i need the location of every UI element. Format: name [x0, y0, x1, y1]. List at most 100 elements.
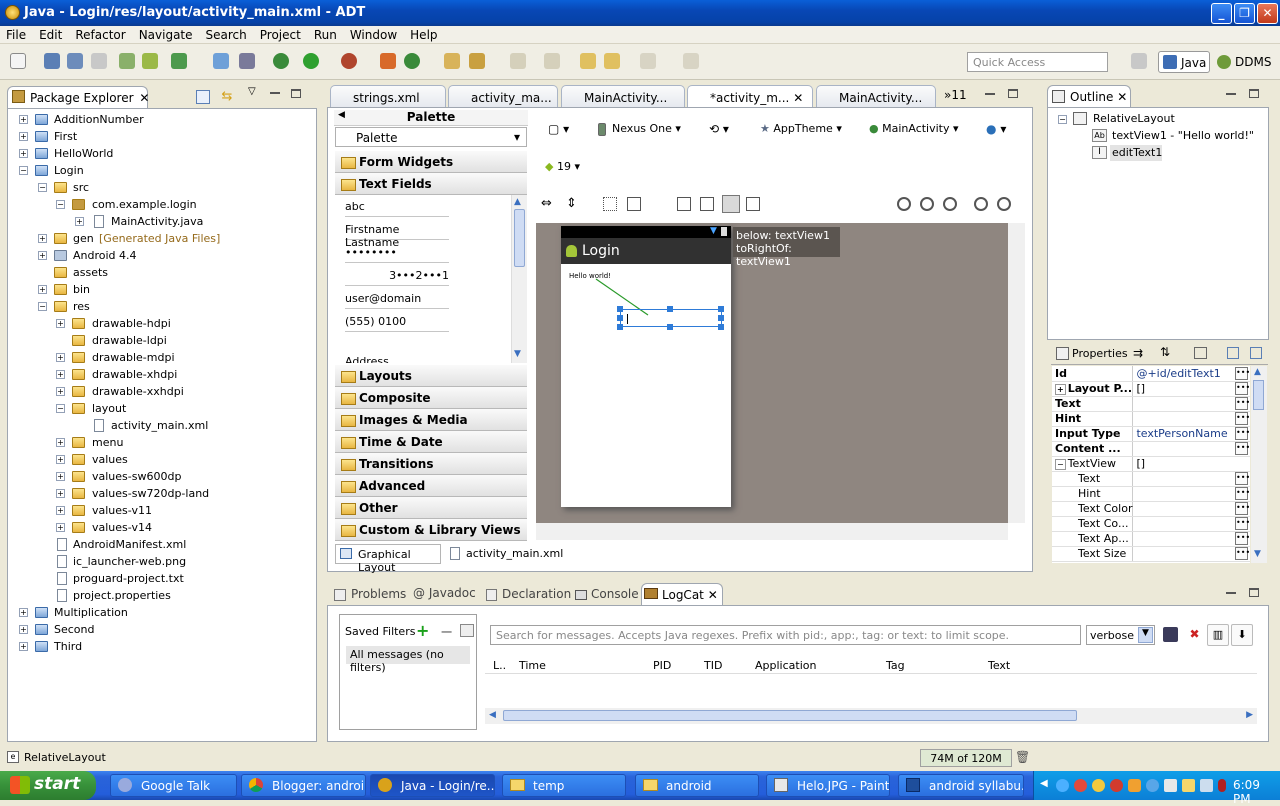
- minimize-editor-icon[interactable]: [985, 93, 995, 95]
- property-value[interactable]: textPersonName: [1132, 426, 1250, 442]
- tree-item[interactable]: + menu: [8, 434, 316, 451]
- resize-handle[interactable]: [718, 324, 724, 330]
- clear-log-icon[interactable]: ✖: [1187, 627, 1202, 642]
- remove-filter-icon[interactable]: −: [440, 622, 453, 641]
- layout-align-icon[interactable]: [627, 197, 641, 211]
- palette-category-layouts[interactable]: Layouts: [335, 365, 527, 387]
- menu-edit[interactable]: Edit: [33, 26, 69, 42]
- expand-icon[interactable]: +: [56, 370, 65, 379]
- expand-icon[interactable]: +: [56, 387, 65, 396]
- search-icon[interactable]: [469, 53, 485, 69]
- expand-icon[interactable]: +: [19, 608, 28, 617]
- new-java-package-icon[interactable]: [380, 53, 396, 69]
- expand-icon[interactable]: +: [19, 625, 28, 634]
- property-row[interactable]: Hint: [1052, 486, 1250, 502]
- palette-collapse-icon[interactable]: ◀: [338, 110, 345, 120]
- tree-item[interactable]: drawable-ldpi: [8, 332, 316, 349]
- resize-handle[interactable]: [667, 306, 673, 312]
- column-header-pid[interactable]: PID: [653, 659, 671, 672]
- zoom-fit-icon[interactable]: [920, 197, 934, 211]
- theme-dropdown[interactable]: ★ AppTheme ▾: [760, 122, 852, 140]
- tree-item[interactable]: + MainActivity.java: [8, 213, 316, 230]
- checkbox-icon[interactable]: [171, 53, 187, 69]
- heap-status[interactable]: 74M of 120M: [920, 749, 1012, 767]
- advanced-props-icon[interactable]: [1194, 347, 1207, 359]
- scroll-down-icon[interactable]: ▼: [1254, 549, 1261, 559]
- android-sdk-icon[interactable]: [142, 53, 158, 69]
- xml-source-tab[interactable]: activity_main.xml: [444, 544, 563, 564]
- annotation-icon[interactable]: [510, 53, 526, 69]
- tree-item[interactable]: − Login: [8, 162, 316, 179]
- property-row[interactable]: Text Ap...: [1052, 531, 1250, 547]
- scroll-thumb[interactable]: [1253, 380, 1264, 410]
- property-value[interactable]: []: [1132, 456, 1250, 472]
- menu-navigate[interactable]: Navigate: [133, 26, 200, 42]
- locale-dropdown[interactable]: ● ▾: [986, 122, 1018, 140]
- link-with-editor-icon[interactable]: ⇆: [220, 90, 234, 104]
- tree-item[interactable]: + AdditionNumber: [8, 111, 316, 128]
- property-row[interactable]: Id @+id/editText1: [1052, 366, 1250, 382]
- text-field-plain[interactable]: abc: [345, 200, 449, 217]
- zoom-out-icon[interactable]: [974, 197, 988, 211]
- resize-handle[interactable]: [667, 324, 673, 330]
- collapse-icon[interactable]: −: [1055, 459, 1066, 470]
- javadoc-tab[interactable]: @ Javadoc: [413, 586, 477, 604]
- palette-dropdown[interactable]: Palette ▾: [335, 127, 527, 147]
- print-icon[interactable]: [91, 53, 107, 69]
- logcat-search-input[interactable]: Search for messages. Accepts Java regexe…: [490, 625, 1081, 645]
- align-bottom-icon[interactable]: [746, 197, 760, 211]
- tree-item[interactable]: + drawable-mdpi: [8, 349, 316, 366]
- api-level-dropdown[interactable]: ◆ 19 ▾: [545, 160, 605, 178]
- palette-scrollbar[interactable]: ▲ ▼: [511, 195, 527, 363]
- maximize-view-icon[interactable]: [1249, 588, 1259, 597]
- minimize-view-icon[interactable]: [270, 92, 280, 94]
- tree-item[interactable]: − layout: [8, 400, 316, 417]
- palette-category-custom-library[interactable]: Custom & Library Views: [335, 519, 527, 541]
- run-icon[interactable]: [303, 53, 319, 69]
- edit-button[interactable]: •••: [1235, 442, 1250, 455]
- collapse-icon[interactable]: −: [56, 404, 65, 413]
- align-center-icon[interactable]: [700, 197, 714, 211]
- scroll-thumb[interactable]: [514, 209, 525, 267]
- external-tools-icon[interactable]: [341, 53, 357, 69]
- palette-category-text-fields[interactable]: Text Fields: [335, 173, 527, 195]
- text-field-password[interactable]: ••••••••: [345, 246, 449, 263]
- tree-item[interactable]: + values-sw720dp-land: [8, 485, 316, 502]
- edit-button[interactable]: •••: [1235, 472, 1250, 485]
- edit-button[interactable]: •••: [1235, 532, 1250, 545]
- close-icon[interactable]: ✕: [1117, 90, 1127, 104]
- network-icon[interactable]: [1200, 779, 1213, 792]
- palette-category-transitions[interactable]: Transitions: [335, 453, 527, 475]
- tray-app-icon[interactable]: [1074, 779, 1087, 792]
- maximize-view-icon[interactable]: [291, 89, 301, 98]
- property-value[interactable]: [1132, 441, 1250, 457]
- device-dropdown[interactable]: Nexus One ▾: [598, 122, 690, 140]
- collapse-all-icon[interactable]: [1250, 347, 1262, 359]
- expand-icon[interactable]: +: [56, 489, 65, 498]
- expand-icon[interactable]: +: [19, 132, 28, 141]
- debug-icon[interactable]: [273, 53, 289, 69]
- palette-category-other[interactable]: Other: [335, 497, 527, 519]
- lint-icon[interactable]: [213, 53, 229, 69]
- expand-icon[interactable]: +: [56, 438, 65, 447]
- expand-icon[interactable]: +: [38, 234, 47, 243]
- property-row[interactable]: Text: [1052, 396, 1250, 412]
- new-icon[interactable]: [10, 53, 26, 69]
- maximize-editor-icon[interactable]: [1008, 89, 1018, 98]
- tray-app-icon[interactable]: [1164, 779, 1177, 792]
- scroll-left-icon[interactable]: ◀: [489, 710, 496, 720]
- close-icon[interactable]: ✕: [708, 588, 718, 602]
- device-screen[interactable]: [561, 226, 731, 507]
- editor-tab-main-activity[interactable]: MainActivity...: [561, 85, 685, 107]
- property-value[interactable]: [1132, 546, 1250, 562]
- skip-breakpoints-icon[interactable]: [239, 53, 255, 69]
- edit-button[interactable]: •••: [1235, 367, 1250, 380]
- palette-category-images-media[interactable]: Images & Media: [335, 409, 527, 431]
- zoom-real-size-icon[interactable]: [897, 197, 911, 211]
- palette-category-composite[interactable]: Composite: [335, 387, 527, 409]
- pin-icon[interactable]: [544, 53, 560, 69]
- expand-all-icon[interactable]: [1227, 347, 1239, 359]
- view-menu-icon[interactable]: ▽: [248, 86, 256, 97]
- editor-tab-activity-main[interactable]: activity_ma...: [448, 85, 558, 107]
- edit-filter-icon[interactable]: [460, 624, 474, 637]
